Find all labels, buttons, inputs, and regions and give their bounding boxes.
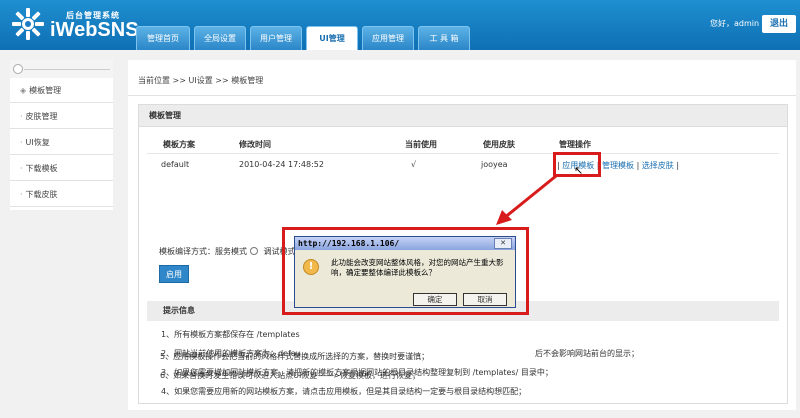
sidebar-item-skin-management[interactable]: · 皮肤管理 xyxy=(10,104,113,129)
confirm-dialog: http://192.168.1.106/ ✕ ! 此功能会改变网站整体风格，对… xyxy=(294,236,516,308)
table-header-divider xyxy=(147,153,779,154)
compile-mode-label: 模板编译方式： xyxy=(159,247,215,256)
manage-template-link[interactable]: 管理模板 xyxy=(602,161,634,170)
sidebar-item-label: 皮肤管理 xyxy=(25,112,58,121)
bullet-icon: · xyxy=(20,164,23,173)
top-header: 后台管理系统 iWebSNS 管理首页 全局设置 用户管理 UI管理 应用管理 … xyxy=(0,0,800,50)
bullet-icon: ◈ xyxy=(20,86,27,95)
sidebar-item-label: 下载皮肤 xyxy=(25,190,58,199)
tip-item: 6、如果替换时发生错误可以进入站点UI恢复——>恢复模板，进行恢复； xyxy=(160,371,421,380)
tab-global-settings[interactable]: 全局设置 xyxy=(194,26,246,50)
cancel-button[interactable]: 取消 xyxy=(463,293,507,306)
tip-item-tail: 后不会影响网站前台的显示； xyxy=(535,349,639,358)
mode-service-radio[interactable] xyxy=(250,247,258,255)
column-header-scheme: 模板方案 xyxy=(163,140,195,149)
main-nav: 管理首页 全局设置 用户管理 UI管理 应用管理 工 具 箱 xyxy=(136,26,470,50)
sidebar-item-label: 模板管理 xyxy=(29,86,62,95)
divider xyxy=(128,95,796,96)
sidebar-item-download-template[interactable]: · 下载模板 xyxy=(10,156,113,181)
mouse-cursor-icon: ↖ xyxy=(574,164,584,177)
sidebar-item-template-management[interactable]: ◈ 模板管理 xyxy=(10,78,113,103)
confirm-button[interactable]: 确定 xyxy=(413,293,457,306)
cell-skin: jooyea xyxy=(481,160,508,169)
sidebar-item-label: 下载模板 xyxy=(25,164,58,173)
breadcrumb: 当前位置 >> UI设置 >> 模板管理 xyxy=(138,76,264,85)
toggle-track xyxy=(24,69,110,70)
cell-time: 2010-04-24 17:48:52 xyxy=(239,160,324,169)
sidebar-item-label: UI恢复 xyxy=(25,138,50,147)
cell-current: √ xyxy=(411,160,417,169)
sidebar-item-ui-restore[interactable]: · UI恢复 xyxy=(10,130,113,155)
logout-button[interactable]: 退出 xyxy=(762,15,796,33)
tab-home[interactable]: 管理首页 xyxy=(136,26,190,50)
mode-service-label: 服务模式 xyxy=(215,247,247,256)
select-skin-link[interactable]: 选择皮肤 xyxy=(642,161,674,170)
apply-button[interactable]: 启用 xyxy=(159,265,189,283)
gear-logo-icon xyxy=(12,8,44,40)
column-header-time: 修改时间 xyxy=(239,140,271,149)
sidebar-toggle[interactable] xyxy=(10,60,113,78)
column-header-current: 当前使用 xyxy=(405,140,437,149)
logo-brand: iWebSNS xyxy=(50,19,139,41)
tab-app-management[interactable]: 应用管理 xyxy=(362,26,414,50)
toggle-knob-icon[interactable] xyxy=(13,64,23,74)
tab-toolbox[interactable]: 工 具 箱 xyxy=(418,26,470,50)
sidebar-item-download-skin[interactable]: · 下载皮肤 xyxy=(10,182,113,207)
red-arrow-icon xyxy=(496,174,557,225)
bullet-icon: · xyxy=(20,138,23,147)
dialog-title: http://192.168.1.106/ xyxy=(295,237,515,250)
tip-item: 1、所有模板方案都保存在 /templates xyxy=(161,330,300,339)
tip-item: 4、如果您需要应用新的网站模板方案，请点击应用模板，但是其目录结构一定要与根目录… xyxy=(161,387,527,396)
sidebar: ◈ 模板管理 · 皮肤管理 · UI恢复 · 下载模板 · 下载皮肤 xyxy=(10,60,113,210)
tab-user-management[interactable]: 用户管理 xyxy=(250,26,302,50)
tab-ui-management[interactable]: UI管理 xyxy=(306,26,358,50)
column-header-ops: 管理操作 xyxy=(559,140,591,149)
column-header-skin: 使用皮肤 xyxy=(483,140,515,149)
dialog-message: 此功能会改变网站整体风格，对您的网站产生重大影响，确定要整体编译此模板么？ xyxy=(331,258,504,277)
tip-item: 5、应用模板操作会把当前的风格样式替换成所选择的方案，替换时要谨慎； xyxy=(160,352,430,361)
bullet-icon: · xyxy=(20,112,23,121)
user-greeting: 您好，admin xyxy=(710,19,760,28)
close-icon[interactable]: ✕ xyxy=(494,238,512,249)
cell-scheme: default xyxy=(161,160,190,169)
bullet-icon: · xyxy=(20,190,23,199)
warning-icon: ! xyxy=(303,259,319,275)
panel-title: 模板管理 xyxy=(139,105,787,127)
